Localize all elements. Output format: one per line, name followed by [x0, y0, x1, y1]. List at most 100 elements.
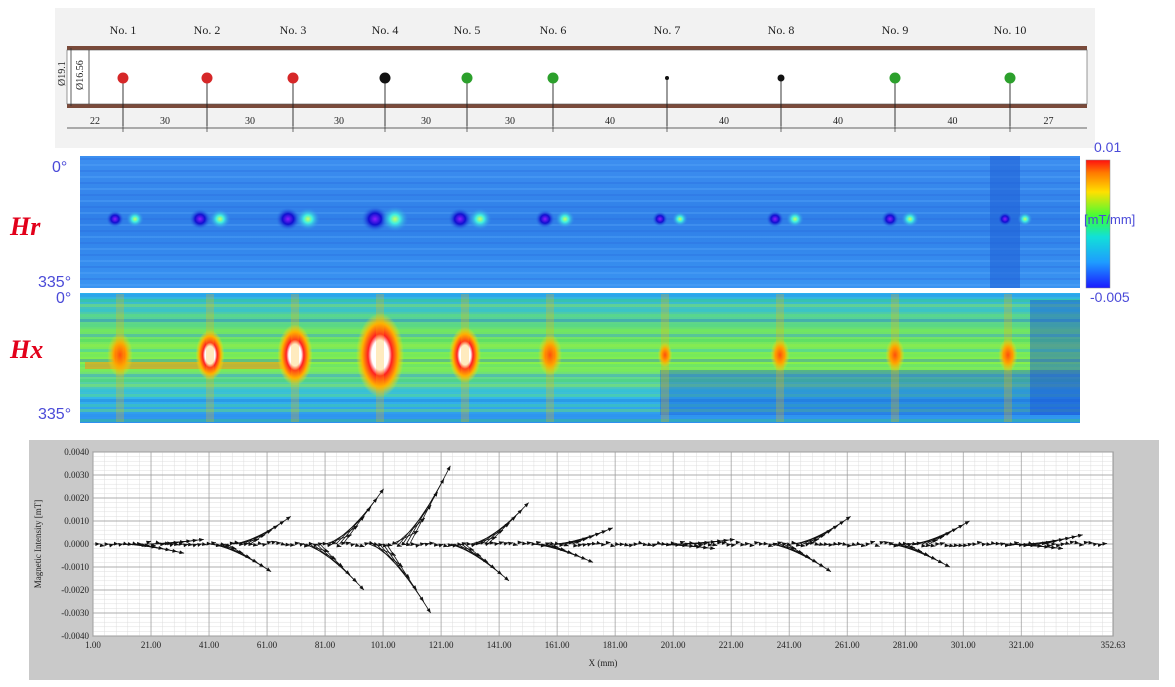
hr-positive-signal — [901, 210, 919, 228]
outer-wall-top — [67, 46, 1087, 50]
x-tick-label: 21.00 — [141, 640, 162, 650]
hx-stripe — [80, 334, 1080, 337]
hr-stripe — [80, 230, 1080, 232]
spacing-label: 30 — [505, 116, 515, 127]
hr-positive-signal — [468, 207, 492, 231]
hr-stripe — [80, 194, 1080, 196]
hr-positive-signal — [126, 210, 144, 228]
hr-stripe — [80, 278, 1080, 280]
hr-stripe — [80, 170, 1080, 172]
defect-marker — [1004, 72, 1016, 84]
x-tick-label: 221.00 — [719, 640, 744, 650]
x-tick-label: 81.00 — [315, 640, 336, 650]
defect-marker — [777, 74, 785, 82]
spacing-label: 30 — [245, 116, 255, 127]
specimen-label: No. 9 — [882, 23, 909, 37]
hx-stripe — [80, 309, 1080, 312]
specimen-label: No. 7 — [654, 23, 681, 37]
x-tick-label: 281.00 — [893, 640, 918, 650]
hx-low-band — [660, 370, 1080, 415]
hr-stripe — [80, 200, 1080, 202]
hr-positive-signal — [209, 208, 231, 230]
hr-stripe — [80, 284, 1080, 286]
hr-angle-bottom: 335° — [38, 274, 71, 291]
hr-positive-signal — [1017, 211, 1033, 227]
hr-positive-signal — [295, 207, 321, 231]
hr-negative-signal — [766, 210, 784, 228]
specimen-label: No. 4 — [372, 23, 399, 37]
outer-dim: Ø19.1 — [57, 61, 68, 86]
hx-axial-streak — [116, 294, 124, 422]
x-tick-label: 241.00 — [777, 640, 802, 650]
y-tick-label: 0.0010 — [64, 516, 89, 526]
hx-angle-bottom: 335° — [38, 406, 71, 423]
specimen-label: No. 3 — [280, 23, 307, 37]
hr-positive-signal — [786, 210, 804, 228]
hx-edge-band — [1030, 300, 1080, 415]
hx-stripe — [80, 294, 1080, 297]
hx-axial-streak — [776, 294, 784, 422]
hx-axial-streak — [291, 294, 299, 422]
heatmap-svg: Hr Hx 0° 335° 0° 335° 0.01 [mT/mm] -0.00… — [9, 139, 1135, 423]
hx-axial-streak — [661, 294, 669, 422]
vector-chart-panel: 1.00 21.00 41.00 61.00 81.00 101.00 121.00 141.… — [29, 440, 1159, 680]
x-tick-label: 101.00 — [371, 640, 396, 650]
hr-positive-signal — [555, 209, 575, 229]
hx-stripe — [80, 304, 1080, 307]
hx-stripe — [80, 324, 1080, 327]
hr-stripe — [80, 272, 1080, 274]
hr-stripe — [80, 206, 1080, 208]
hx-axial-streak — [891, 294, 899, 422]
defect-marker — [201, 72, 213, 84]
hx-axial-streak — [546, 294, 554, 422]
hx-stripe — [80, 344, 1080, 347]
specimen-label: No. 6 — [540, 23, 567, 37]
hr-stripe — [80, 212, 1080, 214]
spacing-label: 30 — [421, 116, 431, 127]
specimen-schematic: Ø19.1 Ø16.56 No. 1 No. 2 No. 3 No. 4 No. 5 No. … — [55, 8, 1095, 148]
defect-marker — [547, 72, 559, 84]
hr-stripe — [80, 236, 1080, 238]
x-tick-label: 61.00 — [257, 640, 278, 650]
colorbar-unit: [mT/mm] — [1084, 212, 1135, 227]
x-tick-label: 41.00 — [199, 640, 220, 650]
hr-stripe — [80, 176, 1080, 178]
hx-axial-streak — [206, 294, 214, 422]
hx-axial-streak — [376, 294, 384, 422]
hx-stripe — [80, 339, 1080, 342]
specimen-label: No. 1 — [110, 23, 137, 37]
vector-chart: 1.00 21.00 41.00 61.00 81.00 101.00 121.00 141.… — [29, 440, 1159, 680]
y-axis-label: Magnetic Intensity [mT] — [33, 500, 43, 588]
y-tick-label: -0.0020 — [61, 585, 89, 595]
y-tick-label: 0.0030 — [64, 470, 89, 480]
specimen-label: No. 8 — [768, 23, 795, 37]
hr-stripe — [80, 254, 1080, 256]
x-tick-label: 261.00 — [835, 640, 860, 650]
hx-label: Hx — [9, 335, 43, 364]
colorbar-max: 0.01 — [1094, 140, 1121, 155]
hr-stripe — [80, 242, 1080, 244]
x-tick-label: 352.63 — [1101, 640, 1126, 650]
hr-negative-signal — [881, 210, 899, 228]
hx-stripe — [80, 319, 1080, 322]
hr-stripe — [80, 266, 1080, 268]
hr-positive-signal — [672, 211, 688, 227]
hr-negative-signal — [652, 211, 668, 227]
hr-negative-signal — [535, 209, 555, 229]
spacing-label: 40 — [605, 116, 615, 127]
y-tick-label: -0.0010 — [61, 562, 89, 572]
x-tick-label: 201.00 — [661, 640, 686, 650]
hr-label: Hr — [9, 212, 41, 241]
x-tick-label: 1.00 — [85, 640, 101, 650]
hr-stripe — [80, 188, 1080, 190]
y-tick-label: 0.0040 — [64, 447, 89, 457]
tube-body — [66, 49, 1088, 105]
x-tick-label: 141.00 — [487, 640, 512, 650]
schematic-svg: Ø19.1 Ø16.56 No. 1 No. 2 No. 3 No. 4 No. 5 No. … — [57, 23, 1088, 132]
hx-axial-streak — [461, 294, 469, 422]
hx-stripe — [80, 359, 1080, 362]
defect-marker — [461, 72, 473, 84]
specimen-label: No. 10 — [994, 23, 1027, 37]
hx-stripe — [80, 329, 1080, 332]
spacing-label: 40 — [833, 116, 843, 127]
